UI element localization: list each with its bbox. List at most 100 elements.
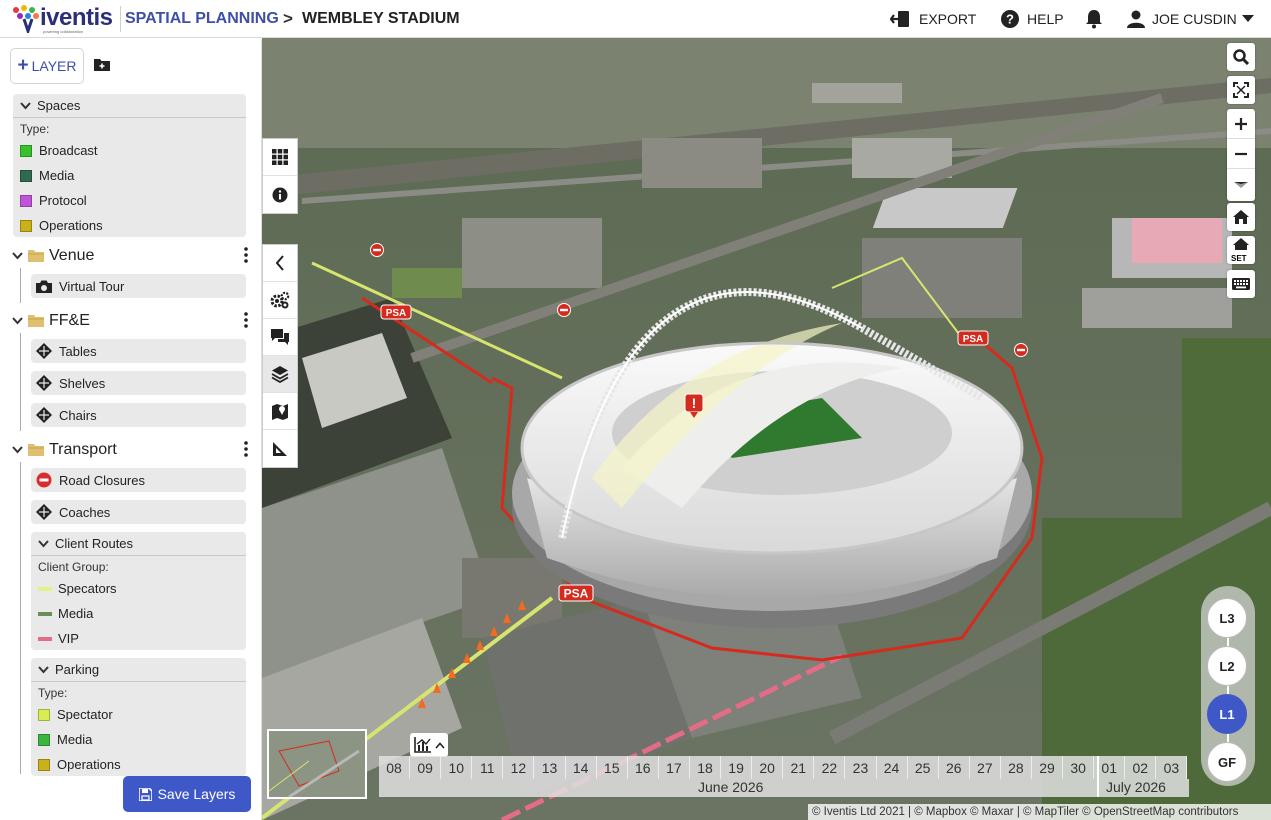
folder-transport[interactable]: Transport bbox=[12, 438, 250, 462]
add-layer-button[interactable]: + LAYER bbox=[10, 48, 84, 84]
layers-button[interactable] bbox=[263, 356, 297, 393]
layer-chairs[interactable]: Chairs bbox=[31, 403, 246, 427]
comments-button[interactable] bbox=[263, 319, 297, 356]
timeline-day[interactable]: 21 bbox=[783, 756, 815, 779]
timeline-day[interactable]: 30 bbox=[1063, 756, 1095, 779]
timeline-day[interactable]: 18 bbox=[689, 756, 722, 779]
more-options-icon[interactable] bbox=[244, 441, 248, 457]
breadcrumb-project[interactable]: SPATIAL PLANNING bbox=[125, 10, 279, 28]
notifications-button[interactable] bbox=[1085, 8, 1110, 30]
measure-button[interactable] bbox=[263, 430, 297, 467]
timeline-day[interactable]: 27 bbox=[969, 756, 1001, 779]
compass-button[interactable] bbox=[1227, 169, 1255, 199]
layer-coaches[interactable]: Coaches bbox=[31, 500, 246, 524]
timeline-day[interactable]: 09 bbox=[410, 756, 442, 779]
save-layers-button[interactable]: Save Layers bbox=[123, 776, 251, 812]
set-home-button[interactable]: SET bbox=[1227, 236, 1255, 264]
timeline-day[interactable]: 16 bbox=[627, 756, 659, 779]
level-gf-button[interactable]: GF bbox=[1207, 742, 1247, 782]
psa-marker[interactable]: PSA bbox=[558, 584, 594, 602]
client-routes-header[interactable]: Client Routes bbox=[31, 532, 246, 556]
collapse-button[interactable] bbox=[263, 245, 297, 282]
road-closure-marker[interactable] bbox=[370, 243, 384, 257]
timeline-day[interactable]: 17 bbox=[658, 756, 690, 779]
layers-sidebar: + LAYER Spaces Type: Broadcast Media Prot… bbox=[0, 39, 262, 820]
timeline-day[interactable]: 22 bbox=[814, 756, 846, 779]
set-home-label: SET bbox=[1231, 254, 1247, 263]
legend-label: Media bbox=[58, 606, 94, 621]
timeline-day[interactable]: 11 bbox=[472, 756, 504, 779]
minimap[interactable] bbox=[267, 729, 367, 799]
layer-shelves[interactable]: Shelves bbox=[31, 371, 246, 395]
keyboard-button[interactable] bbox=[1227, 270, 1255, 298]
map-view[interactable]: PSA PSA PSA ! bbox=[262, 38, 1271, 820]
parking-header[interactable]: Parking bbox=[31, 658, 246, 682]
help-button[interactable]: ? HELP bbox=[1000, 8, 1064, 30]
tree-connector bbox=[20, 333, 21, 431]
timeline-day[interactable]: 15 bbox=[596, 756, 628, 779]
psa-marker[interactable]: PSA bbox=[380, 304, 412, 320]
search-map-button[interactable] bbox=[1227, 43, 1255, 71]
legend-item: Protocol bbox=[13, 188, 246, 213]
caret-down-icon bbox=[1241, 15, 1254, 22]
more-options-icon[interactable] bbox=[244, 312, 248, 328]
timeline-day[interactable]: 19 bbox=[721, 756, 753, 779]
legend-item: Spectator bbox=[31, 702, 246, 727]
road-closure-marker[interactable] bbox=[557, 303, 571, 317]
home-button[interactable] bbox=[1227, 203, 1255, 231]
zoom-in-button[interactable] bbox=[1227, 109, 1255, 139]
level-l2-button[interactable]: L2 bbox=[1207, 646, 1247, 686]
svg-text:PSA: PSA bbox=[963, 334, 984, 345]
zoom-out-button[interactable] bbox=[1227, 139, 1255, 169]
timeline-day[interactable]: 26 bbox=[938, 756, 970, 779]
level-selector: L3 L2 L1 GF bbox=[1201, 586, 1255, 786]
timeline-day[interactable]: 29 bbox=[1031, 756, 1064, 779]
more-options-icon[interactable] bbox=[244, 247, 248, 263]
legend-label: VIP bbox=[58, 631, 79, 646]
month-divider bbox=[1097, 756, 1099, 797]
asset-icon bbox=[36, 375, 52, 391]
layer-road-closures[interactable]: Road Closures bbox=[31, 468, 246, 492]
grid-button[interactable] bbox=[263, 139, 297, 176]
folder-ffe[interactable]: FF&E bbox=[12, 309, 250, 333]
timeline-day[interactable]: 24 bbox=[876, 756, 908, 779]
timeline-day[interactable]: 08 bbox=[379, 756, 411, 779]
info-button[interactable] bbox=[263, 176, 297, 213]
timeline-day[interactable]: 23 bbox=[845, 756, 877, 779]
minus-icon bbox=[1235, 152, 1247, 155]
timeline-day[interactable]: 13 bbox=[534, 756, 566, 779]
level-l3-button[interactable]: L3 bbox=[1207, 598, 1247, 638]
road-closure-marker[interactable] bbox=[1014, 343, 1028, 357]
folder-ffe-title: FF&E bbox=[49, 312, 90, 329]
layer-tables[interactable]: Tables bbox=[31, 339, 246, 363]
timeline-day[interactable]: 03 bbox=[1156, 756, 1188, 779]
layer-virtual-tour[interactable]: Virtual Tour bbox=[31, 274, 246, 298]
map-marker-icon bbox=[272, 404, 288, 420]
add-folder-icon[interactable] bbox=[94, 58, 110, 71]
settings-button[interactable] bbox=[263, 282, 297, 319]
legend-item: Media bbox=[31, 727, 246, 752]
alert-marker[interactable]: ! bbox=[684, 393, 704, 419]
map-toolbar-top bbox=[262, 138, 298, 214]
timeline-chart-toggle[interactable] bbox=[410, 733, 448, 757]
user-name: JOE CUSDIN bbox=[1152, 11, 1237, 27]
spaces-header[interactable]: Spaces bbox=[13, 94, 246, 118]
timeline-day[interactable]: 02 bbox=[1125, 756, 1157, 779]
user-menu[interactable]: JOE CUSDIN bbox=[1127, 8, 1261, 30]
psa-marker[interactable]: PSA bbox=[957, 330, 989, 346]
compass-icon bbox=[1234, 182, 1248, 188]
timeline-day[interactable]: 10 bbox=[441, 756, 473, 779]
asset-icon bbox=[36, 343, 52, 359]
folder-venue[interactable]: Venue bbox=[12, 244, 250, 268]
timeline-day[interactable]: 25 bbox=[907, 756, 939, 779]
map-places-button[interactable] bbox=[263, 393, 297, 430]
timeline-day[interactable]: 12 bbox=[503, 756, 535, 779]
legend-item: VIP bbox=[31, 626, 246, 651]
export-button[interactable]: EXPORT bbox=[890, 8, 976, 30]
timeline-day[interactable]: 20 bbox=[752, 756, 784, 779]
timeline-day[interactable]: 14 bbox=[565, 756, 597, 779]
timeline-day[interactable]: 28 bbox=[1000, 756, 1032, 779]
level-l1-button[interactable]: L1 bbox=[1207, 694, 1247, 734]
iventis-logo[interactable]: iventis powering collaboration bbox=[10, 4, 115, 36]
fullscreen-button[interactable] bbox=[1227, 76, 1255, 104]
